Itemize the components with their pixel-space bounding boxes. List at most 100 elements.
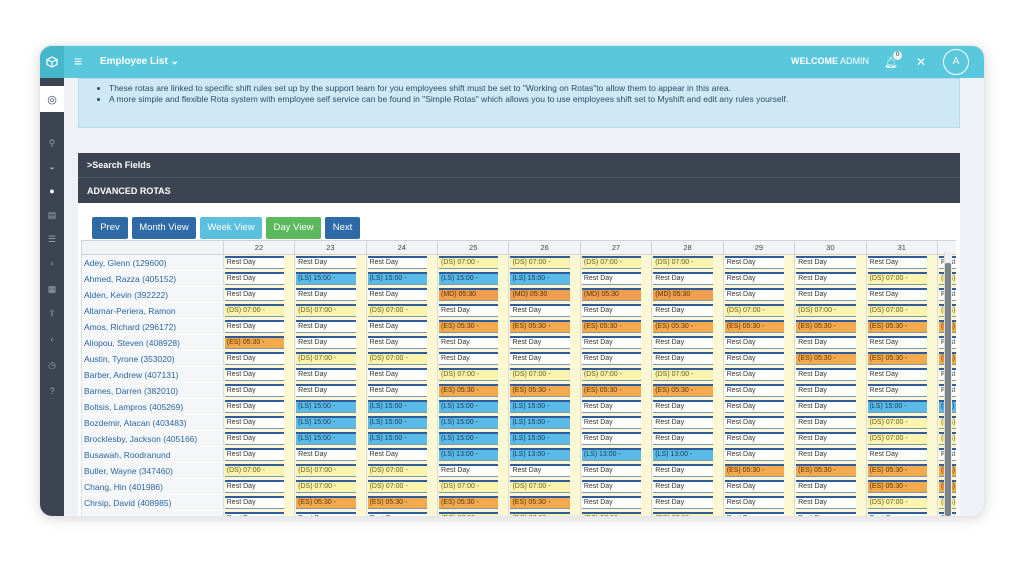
day-cell[interactable]: (LS) 15:00 - — [865, 398, 938, 415]
day-cell[interactable]: (ES) 05:30 - — [437, 494, 509, 511]
shift-chip[interactable]: Rest Day — [510, 304, 570, 317]
day-cell[interactable]: (DS) 07:00 - — [865, 494, 938, 511]
day-cell[interactable]: Rest Day — [437, 462, 509, 479]
day-cell[interactable]: (ES) 05:30 - — [722, 318, 795, 335]
day-cell[interactable]: Rest Day — [722, 478, 795, 495]
shift-chip[interactable]: Rest Day — [367, 256, 428, 270]
shift-chip[interactable]: (DS) 07:00 - — [867, 272, 927, 285]
day-cell[interactable]: (DS) 07:00 - — [579, 254, 652, 271]
employee-name-link[interactable]: Brocklesby, Jackson (405166) — [81, 430, 224, 447]
shift-chip[interactable]: Rest Day — [867, 448, 927, 461]
shift-chip[interactable]: Rest Day — [724, 352, 785, 365]
day-cell[interactable]: Rest Day — [651, 334, 724, 351]
shift-chip[interactable]: Rest Day — [296, 448, 356, 461]
day-cell[interactable]: Rest Day — [794, 446, 867, 463]
shift-chip[interactable]: Rest Day — [796, 272, 856, 285]
shift-chip[interactable]: Rest Day — [581, 416, 642, 429]
shift-chip[interactable]: (ES) 05:30 - — [439, 384, 499, 397]
employee-name-link[interactable]: Barber, Andrew (407131) — [81, 366, 224, 383]
day-cell[interactable]: Rest Day — [294, 254, 367, 271]
dashboard-icon[interactable]: ◒ — [40, 162, 64, 172]
shift-chip[interactable]: (LS) 15:00 - — [510, 400, 570, 413]
day-cell[interactable]: Rest Day — [222, 286, 295, 303]
shift-chip[interactable]: Rest Day — [724, 336, 785, 349]
shift-chip[interactable]: Rest Day — [296, 368, 356, 381]
day-cell[interactable]: Rest Day — [722, 510, 795, 516]
clock-icon[interactable]: ◷ — [40, 360, 64, 371]
shift-chip[interactable]: Rest Day — [653, 496, 713, 509]
day-cell[interactable]: Rest Day — [365, 382, 438, 399]
shift-chip[interactable]: Rest Day — [224, 288, 285, 301]
month-view-button[interactable]: Month View — [132, 217, 196, 239]
day-cell[interactable]: (DS) 07:00 - — [294, 462, 367, 479]
shift-chip[interactable]: (DS) 07:00 - — [510, 480, 570, 493]
shift-chip[interactable]: Rest Day — [867, 512, 927, 516]
shift-chip[interactable]: Rest Day — [653, 416, 713, 429]
day-cell[interactable]: (ES) 05:30 - — [508, 494, 581, 511]
day-cell[interactable]: Rest Day — [508, 302, 581, 319]
shift-chip[interactable]: (LS) 15:00 - — [867, 400, 927, 413]
day-cell[interactable]: (LS) 13:00 - — [651, 446, 724, 463]
day-cell[interactable]: Rest Day — [865, 286, 938, 303]
shift-chip[interactable]: (ES) 05:30 - — [510, 320, 570, 333]
shift-chip[interactable]: Rest Day — [581, 272, 642, 285]
day-cell[interactable]: Rest Day — [222, 350, 295, 367]
employee-name-link[interactable]: Ahmed, Razza (405152) — [81, 270, 224, 287]
document-icon[interactable]: ▤ — [40, 210, 64, 221]
day-cell[interactable]: Rest Day — [579, 414, 652, 431]
day-cell[interactable]: (ES) 05:30 - — [294, 494, 367, 511]
shift-chip[interactable]: Rest Day — [724, 384, 785, 397]
week-view-button[interactable]: Week View — [200, 217, 262, 239]
shift-chip[interactable]: (ES) 05:30 - — [224, 336, 285, 349]
shift-chip[interactable]: Rest Day — [653, 336, 713, 349]
shift-chip[interactable]: (ES) 05:30 - — [653, 384, 713, 397]
day-cell[interactable]: (DS) 07:00 - — [508, 254, 581, 271]
day-cell[interactable]: Rest Day — [508, 462, 581, 479]
shift-chip[interactable]: Rest Day — [367, 320, 428, 333]
shift-chip[interactable]: (DS) 07:00 - — [367, 352, 428, 365]
day-cell[interactable]: (ES) 05:30 - — [579, 382, 652, 399]
help-icon[interactable]: ? — [40, 386, 64, 396]
shift-chip[interactable]: (LS) 13:00 - — [510, 448, 570, 461]
shift-chip[interactable]: (ES) 05:30 - — [796, 352, 856, 365]
day-cell[interactable]: Rest Day — [651, 494, 724, 511]
shift-chip[interactable]: (LS) 15:00 - — [510, 272, 570, 285]
day-cell[interactable]: Rest Day — [651, 398, 724, 415]
day-cell[interactable]: (DS) 07:00 - — [722, 302, 795, 319]
shift-chip[interactable]: (LS) 15:00 - — [367, 272, 428, 285]
next-button[interactable]: Next — [325, 217, 360, 239]
shift-chip[interactable]: Rest Day — [796, 448, 856, 461]
shift-chip[interactable]: Rest Day — [796, 416, 856, 429]
employee-name-link[interactable]: Aliopou, Steven (408928) — [81, 334, 224, 351]
shift-chip[interactable]: (ES) 05:30 - — [867, 480, 927, 493]
day-cell[interactable]: Rest Day — [794, 398, 867, 415]
day-cell[interactable]: Rest Day — [508, 334, 581, 351]
shift-chip[interactable]: (DS) 07:00 - — [296, 464, 356, 477]
shift-chip[interactable]: (ES) 05:30 - — [724, 464, 785, 477]
shift-chip[interactable]: (LS) 15:00 - — [510, 416, 570, 429]
shift-chip[interactable]: Rest Day — [224, 352, 285, 365]
day-cell[interactable]: Rest Day — [865, 446, 938, 463]
day-cell[interactable]: (ES) 05:30 - — [508, 318, 581, 335]
shift-chip[interactable]: Rest Day — [581, 496, 642, 509]
employee-name-link[interactable]: Adey, Glenn (129600) — [81, 254, 224, 271]
day-cell[interactable]: (LS) 13:00 - — [579, 446, 652, 463]
shift-chip[interactable]: (ES) 05:30 - — [581, 320, 642, 333]
shift-chip[interactable]: (DS) 07:00 - — [867, 496, 927, 509]
day-cell[interactable]: (DS) 07:00 - — [508, 478, 581, 495]
shift-chip[interactable]: (MD) 05:30 — [439, 288, 499, 301]
day-cell[interactable]: Rest Day — [722, 430, 795, 447]
shift-chip[interactable]: (LS) 15:00 - — [296, 400, 356, 413]
shift-chip[interactable]: (DS) 07:00 - — [224, 304, 285, 317]
day-cell[interactable]: Rest Day — [722, 254, 795, 271]
shift-chip[interactable]: Rest Day — [439, 352, 499, 365]
shift-chip[interactable]: Rest Day — [367, 384, 428, 397]
day-cell[interactable]: Rest Day — [294, 366, 367, 383]
day-cell[interactable]: (DS) 07:00 - — [365, 302, 438, 319]
shift-chip[interactable]: (ES) 05:30 - — [296, 496, 356, 509]
shift-chip[interactable]: Rest Day — [653, 464, 713, 477]
shift-chip[interactable]: (DS) 07:00 - — [581, 368, 642, 381]
day-cell[interactable]: (LS) 13:00 - — [508, 446, 581, 463]
shift-chip[interactable]: (ES) 05:30 - — [796, 464, 856, 477]
shift-chip[interactable]: (ES) 05:30 - — [867, 352, 927, 365]
